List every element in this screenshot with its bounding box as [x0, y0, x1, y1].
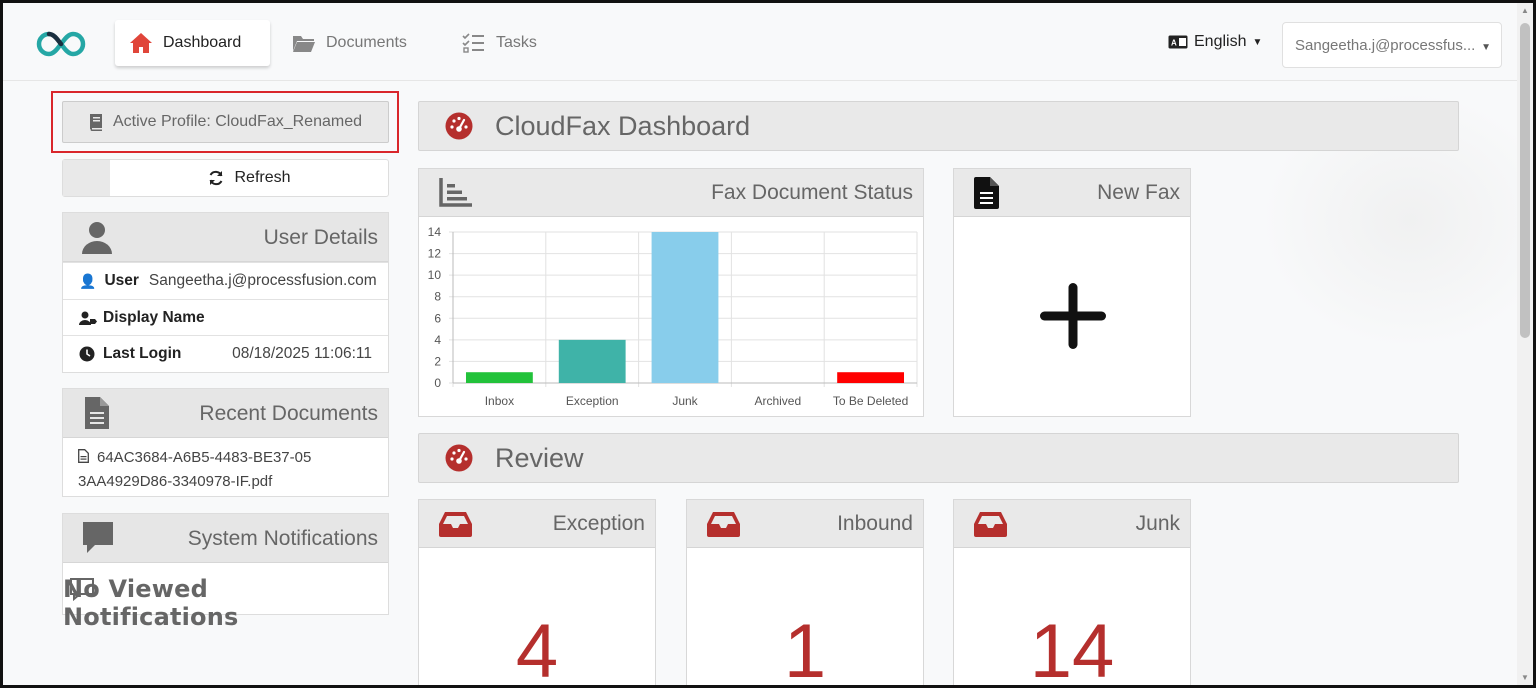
user-icon: [82, 222, 112, 254]
refresh-label: Refresh: [234, 169, 291, 186]
last-login-row: Last Login 08/18/2025 11:06:11: [63, 335, 388, 372]
y-tick-label: 10: [428, 268, 442, 282]
top-navbar: Dashboard Documents Tasks A English ▼ Sa…: [3, 3, 1517, 81]
bar-junk: [651, 232, 719, 383]
new-fax-panel[interactable]: New Fax: [953, 168, 1191, 417]
dashboard-header: CloudFax Dashboard: [418, 101, 1459, 151]
x-tick-label: To Be Deleted: [833, 394, 908, 408]
recent-document-link[interactable]: 64AC3684-A6B5-4483-BE37-053AA4929D86-334…: [78, 446, 318, 494]
home-icon: [130, 33, 152, 53]
user-details-title: User Details: [263, 226, 378, 249]
inbox-icon: [974, 512, 1007, 537]
y-tick-label: 4: [434, 333, 441, 347]
tab-tasks-label: Tasks: [496, 34, 537, 51]
review-header: Review: [418, 433, 1459, 483]
chart-bar-icon: [439, 178, 472, 207]
refresh-icon: [210, 170, 223, 186]
tasks-list-icon: [462, 33, 484, 53]
inbox-icon: [707, 512, 740, 537]
y-tick-label: 8: [434, 290, 441, 304]
app-logo[interactable]: [33, 27, 89, 61]
active-profile-highlight: [51, 91, 399, 153]
bar-inbox: [465, 372, 533, 383]
scroll-up-icon[interactable]: ▲: [1521, 6, 1529, 15]
vertical-scrollbar[interactable]: ▲ ▼: [1517, 3, 1533, 685]
no-notifications-text: No Viewed Notifications: [63, 575, 239, 631]
fax-document-status-panel: Fax Document Status 0 2 4 6 8 10 12 14 Inbox Exce…: [418, 168, 924, 417]
review-card-inbound[interactable]: Inbound 1: [686, 499, 924, 688]
inbox-icon: [439, 512, 472, 537]
bar-exception: [558, 339, 626, 383]
y-tick-label: 14: [428, 225, 442, 239]
system-notifications-card: System Notifications No Viewed Notificat…: [62, 513, 389, 631]
clock-icon: [79, 346, 95, 362]
user-account-dropdown[interactable]: Sangeetha.j@processfus... ▼: [1282, 22, 1502, 68]
caret-down-icon: ▼: [1481, 42, 1491, 53]
review-card-exception[interactable]: Exception 4: [418, 499, 656, 688]
refresh-button-stub: [63, 160, 110, 196]
user-row: 👤 User Sangeetha.j@processfusion.com: [63, 262, 388, 299]
tab-tasks[interactable]: Tasks: [448, 20, 551, 66]
language-label: English: [1194, 33, 1247, 50]
user-label: User: [104, 272, 139, 289]
review-card-junk[interactable]: Junk 14: [953, 499, 1191, 688]
fax-status-bar-chart: 0 2 4 6 8 10 12 14 Inbox Exception Junk Archived To …: [428, 225, 918, 408]
tab-dashboard[interactable]: Dashboard: [115, 20, 270, 66]
last-login-label: Last Login: [103, 345, 182, 362]
review-card-junk-title: Junk: [1135, 512, 1180, 535]
scroll-down-icon[interactable]: ▼: [1521, 673, 1529, 682]
review-card-exception-title: Exception: [552, 512, 645, 535]
tachometer-icon: [445, 444, 473, 472]
bar-to-be-deleted: [837, 372, 905, 383]
junk-count: 14: [1029, 609, 1115, 688]
refresh-button[interactable]: Refresh: [62, 159, 389, 197]
recent-document-name: 64AC3684-A6B5-4483-BE37-053AA4929D86-334…: [78, 449, 312, 490]
comment-icon: [83, 522, 113, 553]
file-icon: [85, 397, 109, 429]
x-tick-label: Inbox: [485, 394, 514, 408]
display-name-label: Display Name: [103, 309, 205, 326]
review-title: Review: [495, 442, 584, 473]
new-fax-title: New Fax: [1097, 181, 1180, 204]
inbound-count: 1: [783, 609, 827, 688]
fax-status-title: Fax Document Status: [711, 181, 913, 204]
recent-documents-card: Recent Documents 64AC3684-A6B5-4483-BE37…: [62, 388, 389, 497]
last-login-value: 08/18/2025 11:06:11: [232, 345, 372, 362]
tab-documents[interactable]: Documents: [278, 20, 421, 66]
recent-documents-title: Recent Documents: [199, 402, 378, 425]
dashboard-title: CloudFax Dashboard: [495, 110, 751, 141]
tab-documents-label: Documents: [326, 34, 407, 51]
system-notifications-title: System Notifications: [187, 527, 378, 550]
exception-count: 4: [515, 609, 559, 688]
folder-icon: [293, 36, 315, 52]
file-small-icon: [78, 449, 89, 463]
user-small-icon: 👤: [79, 272, 97, 289]
scrollbar-thumb[interactable]: [1520, 23, 1530, 338]
language-dropdown[interactable]: A English ▼: [1168, 33, 1262, 51]
tab-dashboard-label: Dashboard: [163, 34, 242, 51]
tachometer-icon: [445, 112, 473, 140]
display-name-row: Display Name: [63, 299, 388, 336]
file-alt-icon: [974, 177, 999, 209]
plus-icon[interactable]: [1040, 283, 1106, 349]
chevron-down-icon: ▼: [1252, 36, 1263, 48]
x-tick-label: Junk: [672, 394, 698, 408]
y-tick-label: 2: [434, 354, 441, 368]
y-tick-label: 0: [434, 376, 441, 390]
user-account-label: Sangeetha.j@processfus...: [1295, 37, 1476, 54]
user-details-card: User Details 👤 User Sangeetha.j@processf…: [62, 212, 389, 373]
x-tick-label: Exception: [566, 394, 619, 408]
review-card-inbound-title: Inbound: [837, 512, 913, 535]
svg-text:A: A: [1171, 39, 1177, 48]
user-tag-icon: [79, 311, 97, 325]
x-tick-label: Archived: [754, 394, 801, 408]
y-tick-label: 12: [428, 247, 442, 261]
user-value: Sangeetha.j@processfusion.com: [148, 272, 377, 289]
language-icon: A: [1168, 35, 1188, 49]
y-tick-label: 6: [434, 311, 441, 325]
